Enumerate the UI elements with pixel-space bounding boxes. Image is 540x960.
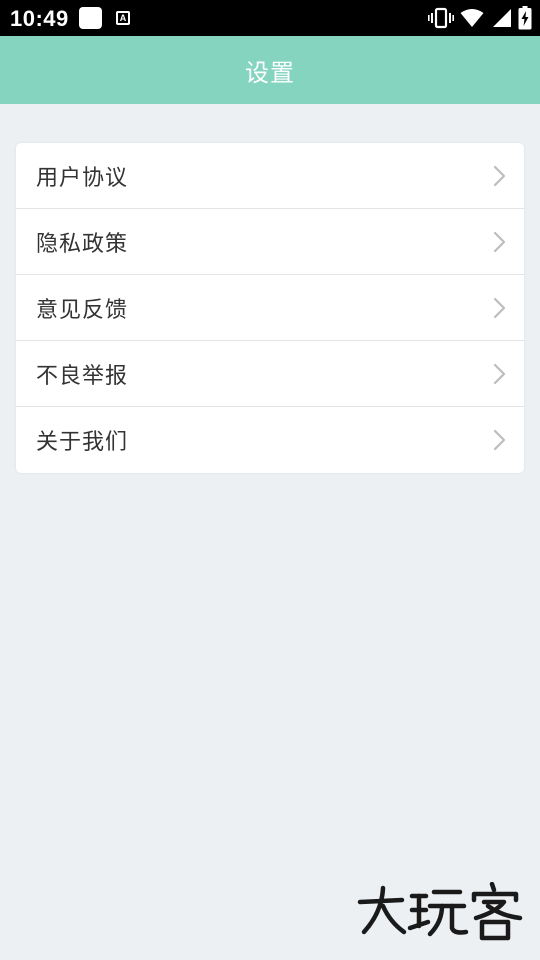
menu-item-label: 隐私政策 [36, 231, 129, 257]
status-time: 10:49 [10, 6, 69, 31]
menu-item-report[interactable]: 不良举报 [16, 341, 524, 407]
wifi-icon [460, 9, 484, 27]
chevron-right-icon [493, 429, 506, 451]
chevron-right-icon [493, 363, 506, 384]
menu-item-user-agreement[interactable]: 用户协议 [16, 143, 524, 209]
a-badge-icon: A [116, 11, 130, 25]
menu-item-label: 用户协议 [36, 165, 129, 191]
menu-item-label: 关于我们 [36, 430, 129, 455]
watermark-logo [357, 882, 523, 941]
menu-item-about-us[interactable]: 关于我们 [16, 407, 524, 473]
menu-item-privacy-policy[interactable]: 隐私政策 [16, 209, 524, 275]
chevron-right-icon [493, 231, 506, 252]
battery-charging-icon [518, 6, 532, 30]
white-square-icon [79, 7, 102, 29]
menu-item-feedback[interactable]: 意见反馈 [16, 275, 524, 341]
page-title: 设置 [245, 58, 295, 87]
app-bar: 设置 [0, 36, 540, 104]
menu-item-label: 不良举报 [36, 363, 129, 389]
chevron-right-icon [493, 297, 506, 318]
vibrate-icon [428, 7, 454, 29]
chevron-right-icon [493, 165, 506, 186]
system-icons [428, 6, 532, 30]
menu-item-label: 意见反馈 [36, 297, 129, 323]
settings-menu: 用户协议 隐私政策 意见反馈 不良举报 关于我们 [16, 143, 524, 473]
status-bar: 10:49 A [0, 0, 540, 36]
signal-icon [493, 9, 511, 27]
